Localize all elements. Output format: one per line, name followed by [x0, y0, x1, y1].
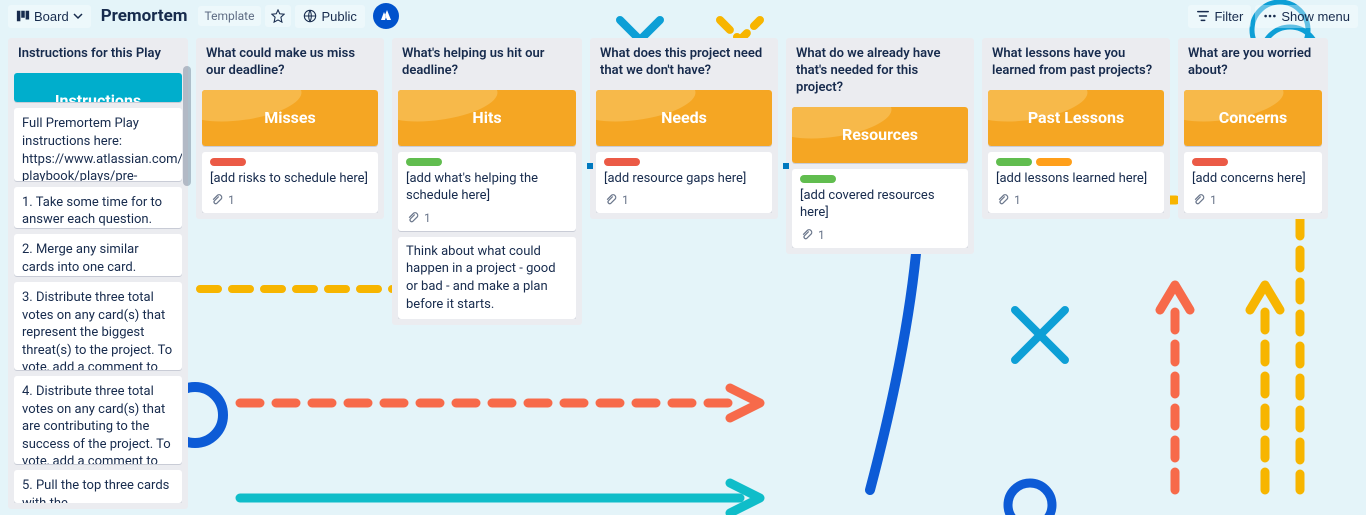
card-instruction[interactable]: 4. Distribute three total votes on any c…: [14, 376, 182, 464]
list-cards: Hits [add what's helping the schedule he…: [398, 90, 576, 319]
list-cards: Past Lessons [add lessons learned here] …: [988, 90, 1164, 214]
board-icon: [16, 9, 30, 23]
filter-label: Filter: [1214, 9, 1243, 24]
visibility-button[interactable]: Public: [295, 5, 364, 28]
template-badge[interactable]: Template: [198, 6, 262, 26]
list-header[interactable]: What does this project need that we don'…: [596, 44, 772, 84]
chevron-down-icon: [73, 11, 83, 21]
card-add-risks[interactable]: [add risks to schedule here] 1: [202, 152, 378, 214]
label-red[interactable]: [210, 158, 246, 166]
card-labels: [996, 158, 1156, 166]
list-header[interactable]: What lessons have you learned from past …: [988, 44, 1164, 84]
list-cards: Needs [add resource gaps here] 1: [596, 90, 772, 214]
card-cover: Needs: [596, 90, 772, 146]
card-labels: [210, 158, 370, 166]
card-badges: 1: [210, 193, 370, 207]
card-misses-cover[interactable]: Misses: [202, 90, 378, 146]
list-past-lessons: What lessons have you learned from past …: [982, 38, 1170, 219]
card-add-covered[interactable]: [add covered resources here] 1: [792, 169, 968, 248]
show-menu-button[interactable]: Show menu: [1255, 5, 1358, 28]
board-title[interactable]: Premortem: [95, 6, 194, 26]
attachment-icon: [996, 193, 1010, 207]
label-green[interactable]: [406, 158, 442, 166]
attachment-icon: [210, 193, 224, 207]
card-cover: Instructions: [14, 73, 182, 103]
show-menu-label: Show menu: [1281, 9, 1350, 24]
star-button[interactable]: [265, 5, 291, 27]
list-header[interactable]: What's helping us hit our deadline?: [398, 44, 576, 84]
avatar[interactable]: [373, 3, 399, 29]
card-instruction[interactable]: 5. Pull the top three cards with the: [14, 470, 182, 503]
card-badges: 1: [1192, 193, 1314, 207]
visibility-label: Public: [321, 9, 356, 24]
label-green[interactable]: [800, 175, 836, 183]
atlassian-icon: [378, 8, 394, 24]
list-instructions: Instructions for this Play Instructions …: [8, 38, 188, 509]
list-header[interactable]: Instructions for this Play: [14, 44, 182, 67]
label-orange[interactable]: [1036, 158, 1072, 166]
list-misses: What could make us miss our deadline? Mi…: [196, 38, 384, 219]
card-instruction[interactable]: 1. Take some time for to answer each que…: [14, 187, 182, 229]
card-labels: [800, 175, 960, 183]
card-labels: [1192, 158, 1314, 166]
card-labels: [406, 158, 568, 166]
view-switcher-button[interactable]: Board: [8, 5, 91, 28]
card-badges: 1: [604, 193, 764, 207]
label-red[interactable]: [604, 158, 640, 166]
card-concerns-cover[interactable]: Concerns: [1184, 90, 1322, 146]
attachment-icon: [604, 193, 618, 207]
card-resources-cover[interactable]: Resources: [792, 107, 968, 163]
card-add-helping[interactable]: [add what's helping the schedule here] 1: [398, 152, 576, 231]
card-needs-cover[interactable]: Needs: [596, 90, 772, 146]
card-cover: Resources: [792, 107, 968, 163]
list-header[interactable]: What do we already have that's needed fo…: [792, 44, 968, 101]
menu-icon: [1263, 9, 1277, 23]
board-header: Board Premortem Template Public Filter S…: [0, 0, 1366, 32]
list-cards: Instructions Full Premortem Play instruc…: [14, 73, 182, 503]
card-cover: Past Lessons: [988, 90, 1164, 146]
globe-icon: [303, 9, 317, 23]
scrollbar[interactable]: [183, 66, 191, 186]
card-badges: 1: [800, 228, 960, 242]
card-labels: [604, 158, 764, 166]
attachment-icon: [1192, 193, 1206, 207]
list-hits: What's helping us hit our deadline? Hits…: [392, 38, 582, 325]
attachment-icon: [406, 211, 420, 225]
link-marker: [783, 163, 789, 169]
card-cover: Concerns: [1184, 90, 1322, 146]
card-add-lessons[interactable]: [add lessons learned here] 1: [988, 152, 1164, 214]
link-marker: [587, 163, 593, 169]
filter-button[interactable]: Filter: [1188, 5, 1251, 28]
card-cover: Misses: [202, 90, 378, 146]
filter-icon: [1196, 9, 1210, 23]
label-red[interactable]: [1192, 158, 1228, 166]
card-instruction[interactable]: 2. Merge any similar cards into one card…: [14, 234, 182, 276]
label-green[interactable]: [996, 158, 1032, 166]
card-badges: 1: [406, 211, 568, 225]
list-header[interactable]: What could make us miss our deadline?: [202, 44, 378, 84]
view-switcher-label: Board: [34, 9, 69, 24]
board-canvas[interactable]: Instructions for this Play Instructions …: [0, 32, 1366, 515]
card-lessons-cover[interactable]: Past Lessons: [988, 90, 1164, 146]
card-badges: 1: [996, 193, 1156, 207]
card-instruction[interactable]: 3. Distribute three total votes on any c…: [14, 282, 182, 370]
card-cover: Hits: [398, 90, 576, 146]
list-resources: What do we already have that's needed fo…: [786, 38, 974, 254]
list-concerns: What are you worried about? Concerns [ad…: [1178, 38, 1328, 219]
list-needs: What does this project need that we don'…: [590, 38, 778, 219]
attachment-icon: [800, 228, 814, 242]
card-instructions-cover[interactable]: Instructions: [14, 73, 182, 103]
card-think-about[interactable]: Think about what could happen in a proje…: [398, 237, 576, 319]
card-add-resource-gaps[interactable]: [add resource gaps here] 1: [596, 152, 772, 214]
card-instruction[interactable]: Full Premortem Play instructions here: h…: [14, 108, 182, 180]
list-cards: Misses [add risks to schedule here] 1: [202, 90, 378, 214]
list-cards: Concerns [add concerns here] 1: [1184, 90, 1322, 214]
list-header[interactable]: What are you worried about?: [1184, 44, 1322, 84]
star-icon: [271, 9, 285, 23]
list-cards: Resources [add covered resources here] 1: [792, 107, 968, 248]
card-add-concerns[interactable]: [add concerns here] 1: [1184, 152, 1322, 214]
card-hits-cover[interactable]: Hits: [398, 90, 576, 146]
